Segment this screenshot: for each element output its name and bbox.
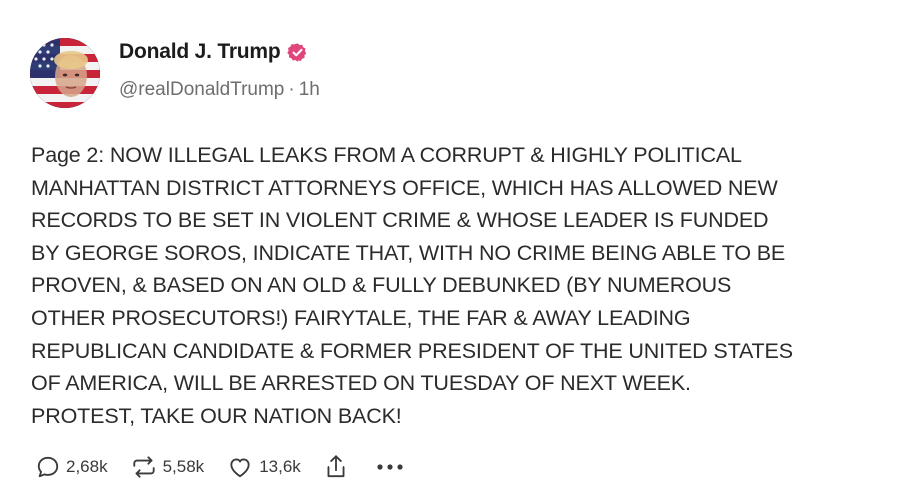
post-timestamp[interactable]: 1h [299,79,320,100]
post-body-text: Page 2: NOW ILLEGAL LEAKS FROM A CORRUPT… [31,143,793,428]
reply-button[interactable]: 2,68k [35,454,108,480]
like-count: 13,6k [259,457,301,476]
more-icon [375,463,405,471]
avatar-image [30,38,100,108]
verified-badge-icon [286,42,308,63]
author-display-name[interactable]: Donald J. Trump [119,40,281,64]
heart-icon [226,454,254,480]
author-handle-row: @realDonaldTrump · 1h [119,79,320,101]
like-button[interactable]: 13,6k [226,454,301,480]
post-card: Donald J. Trump @realDonaldTrump · 1h Page… [0,0,902,493]
author-name-row: Donald J. Trump [119,40,308,64]
reply-count: 2,68k [66,457,108,476]
repost-icon [130,454,158,480]
reply-icon [35,454,61,480]
more-options-button[interactable] [375,463,405,471]
post-actions-bar: 2,68k 5,58k 13,6k [35,452,405,482]
share-button[interactable] [323,453,349,481]
share-icon [323,453,349,481]
repost-count: 5,58k [162,457,205,476]
repost-button[interactable]: 5,58k [130,454,205,480]
author-handle[interactable]: @realDonaldTrump [119,79,284,100]
handle-separator: · [288,79,295,100]
avatar[interactable] [30,38,100,108]
